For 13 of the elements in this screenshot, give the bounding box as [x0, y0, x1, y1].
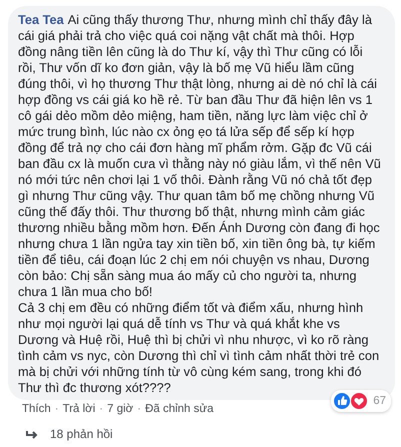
- action-link[interactable]: Thích: [22, 402, 51, 417]
- replies-link[interactable]: 18 phản hồi: [26, 427, 395, 442]
- separator-dot: ·: [99, 402, 104, 417]
- separator-dot: ·: [54, 402, 59, 417]
- separator-dot: ·: [137, 402, 142, 417]
- action-link[interactable]: Đã chỉnh sửa: [145, 402, 214, 417]
- reaction-icons: [333, 392, 370, 410]
- comment-text: Tea Tea Ai cũng thấy thương Thư, nhưng mình chỉ thấy đây là cái giá phải trả cho việc quá coi nặng vật chất mà thôi. Hợp đồng nâng tiền lên cũng là do Thư kí, vậy thì Thư cũng có lỗi rồi, Thư vốn dĩ ko đơn giản, vậy là bố mẹ Vũ hiểu lầm cũng đúng thôi, vì họ thương Thư thật lòng, nhưng ai dè nó chỉ là cái hợp đồng vs cái giá ko hề rẻ. Từ ban đầu Thư đã hiện lên vs 1 cô gái dẻo mồm dẻo miệng, ham tiền, năng lực làm việc chỉ ở mức trung bình, lúc nào cx ỏng ẹo tá lửa sếp để sếp kí hợp đồng để trả nợ cho cái đơn hàng mĩ phẩm rởm. Gặp đc Vũ cái ban đầu cx là muốn cưa vì thằng này nó giàu lắm, vì thế nên Vũ nó mới tức nên chơi lại 1 vố thôi. Đành rằng Vũ nó chả tốt đẹp gì nhưng Thư cũng vậy. Thư quan tâm bố mẹ chồng nhưng Vũ cũng thế đấy thôi. Thư thương bố thật, nhưng mình cảm giác thương nhiều bằng mồm hơn. Đến Ánh Dương còn đang đi học nhưng chưa 1 lần ngửa tay xin tiền bố, xin tiền ông bà, tự kiếm tiền để tiêu, cái đoạn lúc 2 chị em nói chuyện vs nhau, Dương còn bảo: Chị sẵn sàng mua áo mấy củ cho người ta, nhưng chưa 1 lần mua cho bố!: [18, 12, 382, 300]
- author-name[interactable]: Tea Tea: [18, 12, 64, 27]
- action-link[interactable]: Trả lời: [62, 402, 96, 417]
- action-link[interactable]: 7 giờ: [107, 402, 134, 417]
- reaction-count: 67: [373, 395, 386, 407]
- reply-arrow-icon: [26, 430, 40, 440]
